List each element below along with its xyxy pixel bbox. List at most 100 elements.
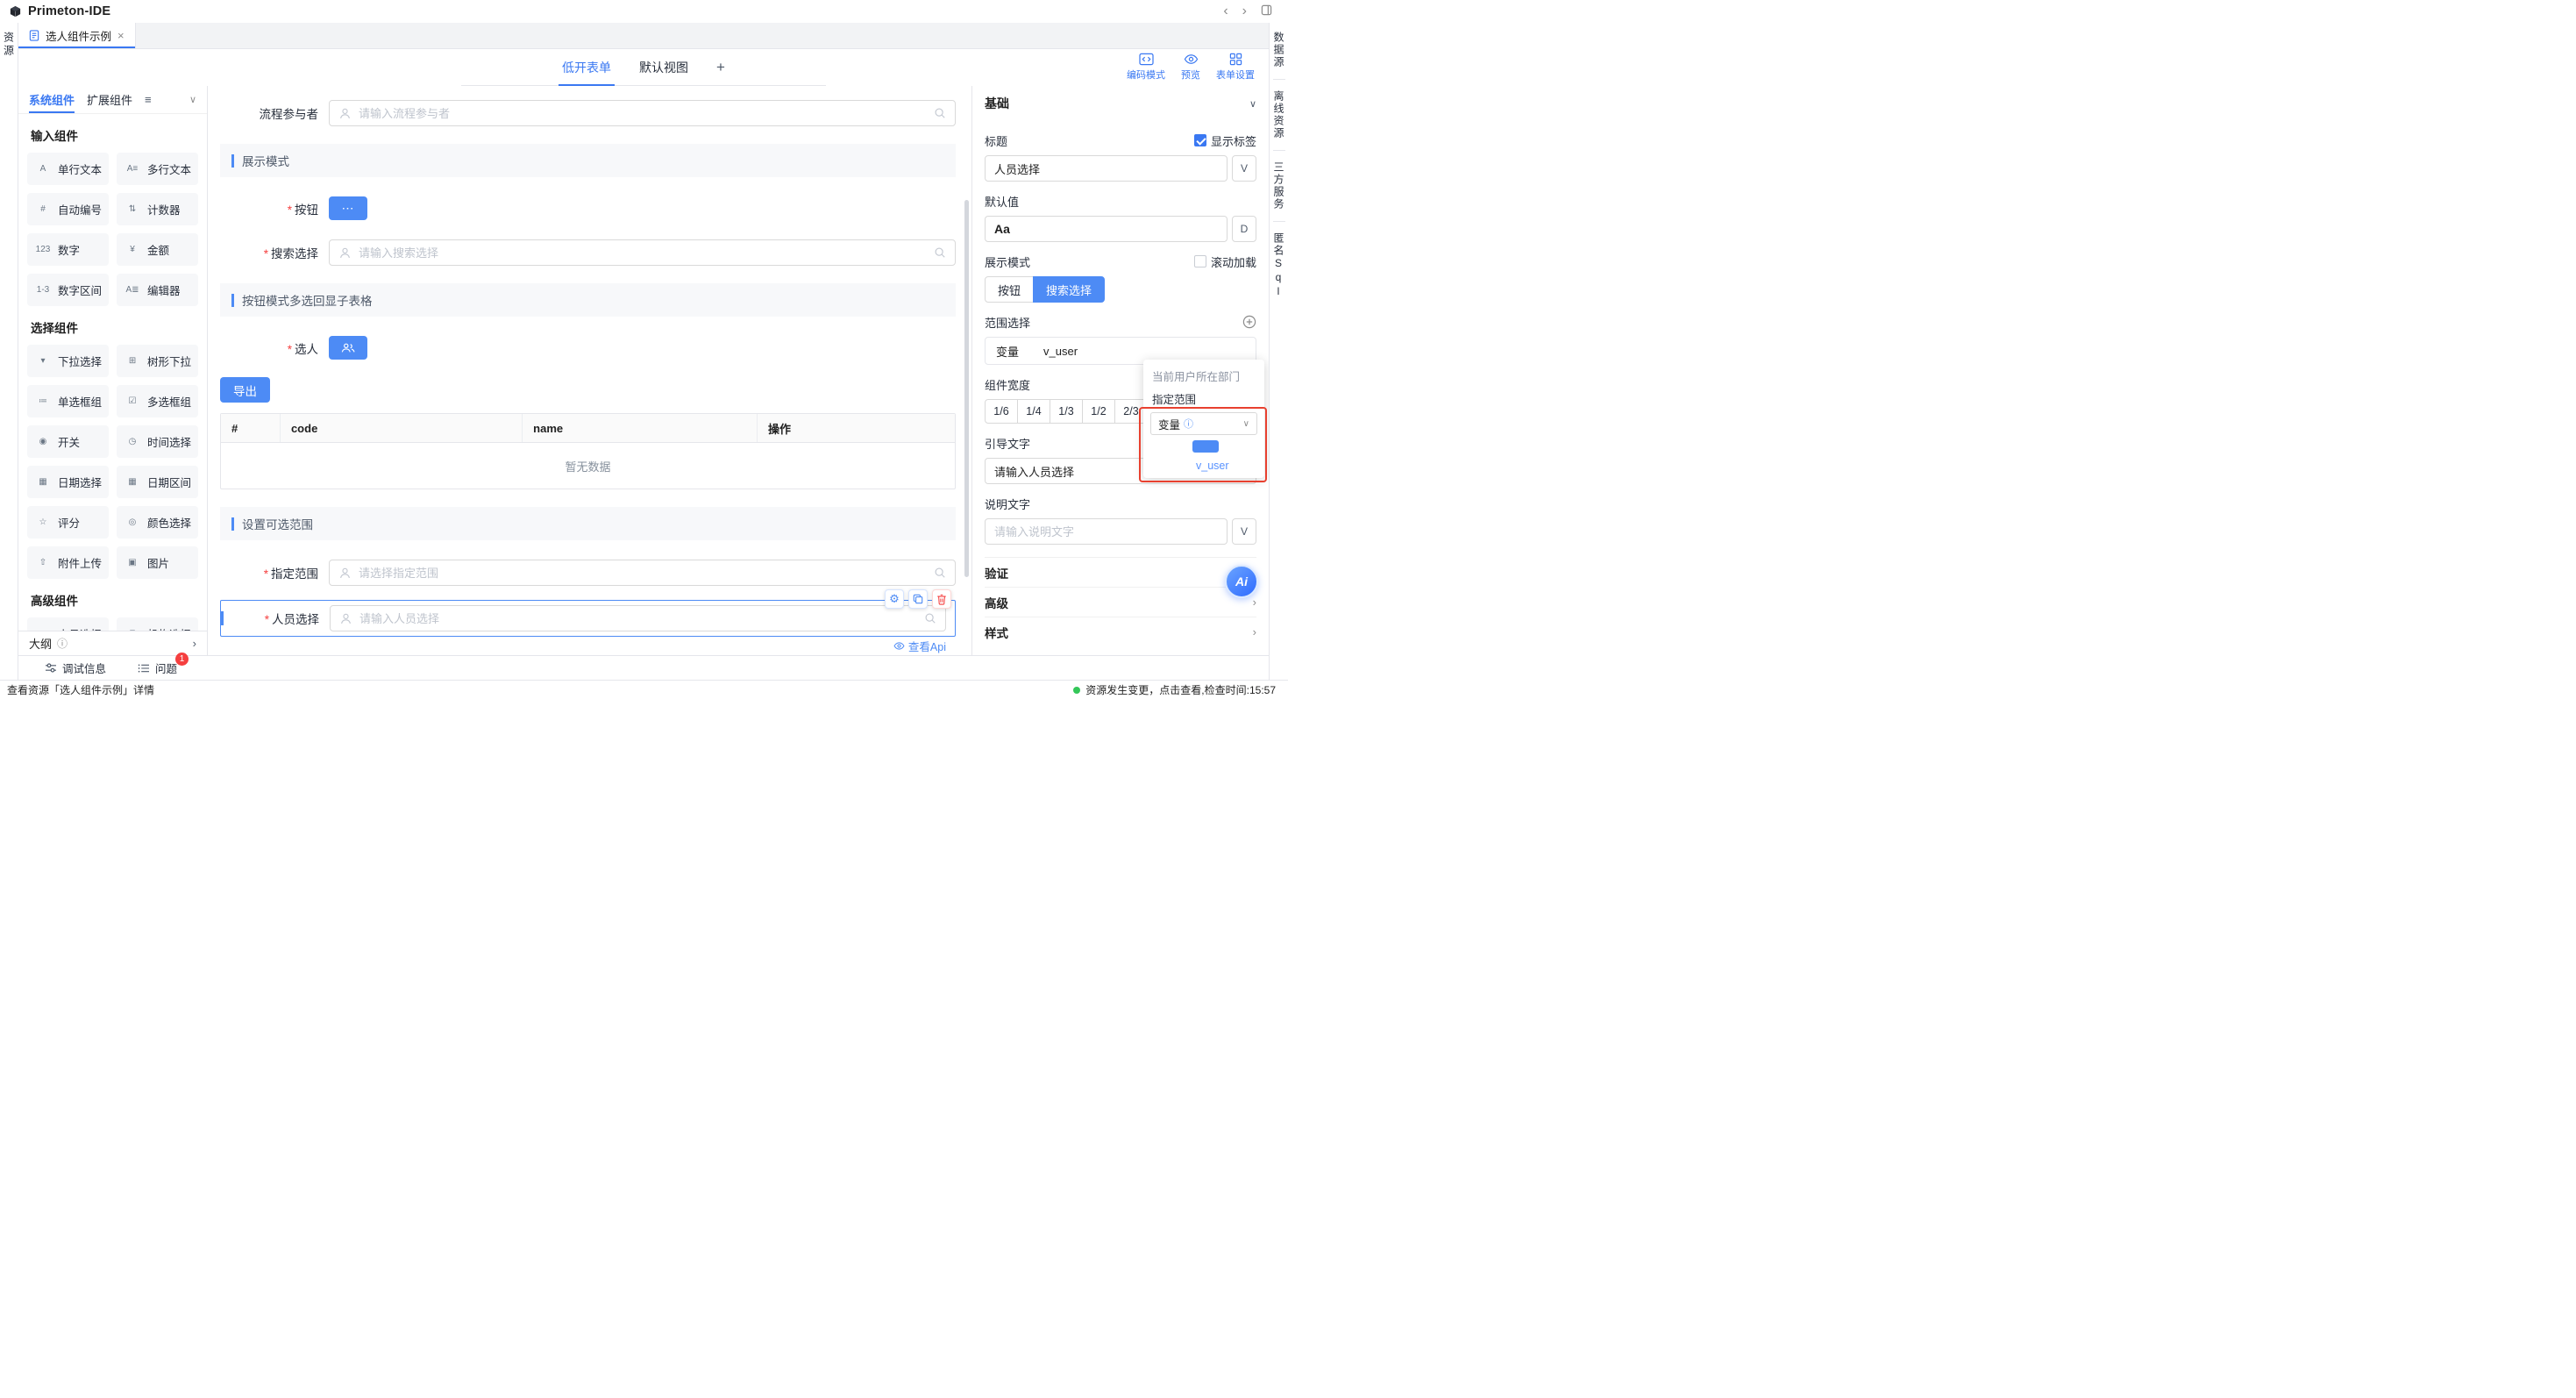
palette-item[interactable]: A≣编辑器 — [117, 274, 198, 306]
mode-button-option[interactable]: 按钮 — [985, 276, 1034, 303]
preview-button[interactable]: 预览 — [1181, 53, 1200, 82]
dock-anonymous-sql[interactable]: 匿名Sql — [1271, 231, 1286, 301]
group-header-range[interactable]: 设置可选范围 — [220, 507, 956, 540]
scroll-load-checkbox[interactable]: 滚动加载 — [1194, 253, 1256, 270]
outline-bar[interactable]: 大纲 ⓘ › — [18, 631, 207, 655]
nav-back-icon[interactable]: ‹ — [1223, 4, 1228, 18]
statusbar-left-text[interactable]: 查看资源「选人组件示例」详情 — [7, 682, 154, 697]
palette-item[interactable]: ▣图片 — [117, 546, 198, 579]
variable-option-v-user[interactable]: v_user — [1143, 457, 1264, 473]
add-range-icon[interactable] — [1242, 315, 1256, 329]
palette-item[interactable]: 1-3数字区间 — [27, 274, 109, 306]
dock-datasource[interactable]: 数据源 — [1271, 30, 1286, 70]
section-validate[interactable]: 验证 — [985, 557, 1256, 587]
palette-item[interactable]: ⇅计数器 — [117, 193, 198, 225]
dropdown-option-assign-range[interactable]: 指定范围 — [1143, 387, 1264, 410]
palette-item[interactable]: ◷时间选择 — [117, 425, 198, 458]
title-value-type-button[interactable]: V — [1232, 155, 1256, 182]
person-select-input[interactable] — [359, 612, 917, 625]
participant-input[interactable] — [359, 107, 927, 120]
search-select-input[interactable] — [359, 246, 927, 260]
note-value-type-button[interactable]: V — [1232, 518, 1256, 545]
palette-menu-icon[interactable]: ≡ — [145, 93, 152, 106]
section-advanced[interactable]: 高级 › — [985, 587, 1256, 617]
palette-item[interactable]: ◎颜色选择 — [117, 506, 198, 539]
statusbar-right[interactable]: 资源发生变更，点击查看,检查时间:15:57 — [1073, 682, 1276, 697]
width-option[interactable]: 1/4 — [1017, 399, 1050, 424]
palette-item[interactable]: A单行文本 — [27, 153, 109, 185]
view-api-link[interactable]: 查看Api — [893, 638, 946, 654]
form-settings-button[interactable]: 表单设置 — [1216, 53, 1255, 82]
palette-item[interactable]: ≔单选框组 — [27, 385, 109, 417]
section-basic[interactable]: 基础 ∨ — [985, 86, 1256, 121]
variable-select[interactable]: 变量 ⓘ ∨ — [1150, 412, 1257, 435]
palette-collapse-icon[interactable]: ∨ — [189, 94, 196, 105]
document-tab-active[interactable]: 选人组件示例 × — [18, 23, 136, 48]
open-picker-button[interactable]: ⋯ — [329, 196, 367, 220]
canvas-scrollbar[interactable] — [964, 200, 969, 577]
palette-item[interactable]: 123数字 — [27, 233, 109, 266]
nav-forward-icon[interactable]: › — [1242, 4, 1247, 18]
panel-toggle-icon[interactable] — [1261, 4, 1272, 19]
group-header-button-mode[interactable]: 按钮模式多选回显子表格 — [220, 283, 956, 317]
width-option[interactable]: 1/3 — [1050, 399, 1083, 424]
palette-item[interactable]: ▦日期区间 — [117, 466, 198, 498]
problems-button[interactable]: 问题 1 — [138, 660, 177, 676]
width-option[interactable]: 1/6 — [985, 399, 1018, 424]
width-option[interactable]: 1/2 — [1082, 399, 1115, 424]
palette-item[interactable]: #自动编号 — [27, 193, 109, 225]
code-mode-button[interactable]: 编码模式 — [1127, 53, 1165, 82]
search-icon[interactable] — [924, 612, 936, 624]
search-icon[interactable] — [934, 567, 946, 579]
palette-item[interactable]: ⇧附件上传 — [27, 546, 109, 579]
pick-person-button[interactable] — [329, 336, 367, 360]
field-copy-button[interactable] — [908, 589, 928, 609]
palette-item[interactable]: ▾下拉选择 — [27, 345, 109, 377]
group-header-display-mode[interactable]: 展示模式 — [220, 144, 956, 177]
tab-extended-components[interactable]: 扩展组件 — [87, 86, 132, 113]
palette-item[interactable]: ☑多选框组 — [117, 385, 198, 417]
palette-item[interactable]: ☆评分 — [27, 506, 109, 539]
field-delete-button[interactable] — [932, 589, 951, 609]
search-icon[interactable] — [934, 246, 946, 259]
add-view-button[interactable]: + — [716, 49, 725, 86]
chevron-right-icon[interactable]: › — [193, 637, 196, 650]
field-search-select[interactable]: *搜索选择 — [220, 239, 956, 266]
palette-item[interactable]: 品机构选择 — [117, 617, 198, 631]
dock-resources[interactable]: 资源 — [2, 32, 17, 58]
chevron-down-icon[interactable]: ∨ — [1249, 98, 1256, 110]
checkbox-checked-icon[interactable] — [1194, 134, 1206, 146]
mode-search-select-option[interactable]: 搜索选择 — [1033, 276, 1105, 303]
field-assign-range[interactable]: *指定范围 — [220, 560, 956, 586]
palette-item[interactable]: ▦日期选择 — [27, 466, 109, 498]
show-label-checkbox[interactable]: 显示标签 — [1194, 132, 1256, 149]
export-button[interactable]: 导出 — [220, 377, 270, 403]
view-tab-default-view[interactable]: 默认视图 — [639, 49, 688, 86]
view-tab-lowcode-form[interactable]: 低开表单 — [562, 49, 611, 86]
note-text-input[interactable] — [985, 518, 1228, 545]
tab-system-components[interactable]: 系统组件 — [29, 86, 75, 113]
chevron-right-icon[interactable]: › — [1253, 596, 1256, 609]
palette-item[interactable]: ¥金额 — [117, 233, 198, 266]
palette-item[interactable]: ○人员选择 — [27, 617, 109, 631]
title-input[interactable] — [985, 155, 1228, 182]
checkbox-unchecked-icon[interactable] — [1194, 255, 1206, 267]
tab-close-icon[interactable]: × — [117, 29, 125, 42]
dock-third-party-services[interactable]: 三方服务 — [1271, 160, 1286, 212]
field-button[interactable]: *按钮 ⋯ — [220, 196, 956, 220]
palette-item[interactable]: ◉开关 — [27, 425, 109, 458]
field-person-select-selected[interactable]: ⚙ *人员选择 查看Api — [220, 600, 956, 637]
field-participant[interactable]: 流程参与者 — [220, 100, 956, 126]
section-style[interactable]: 样式 › — [985, 617, 1256, 646]
palette-item[interactable]: ⊞树形下拉 — [117, 345, 198, 377]
palette-item[interactable]: A≡多行文本 — [117, 153, 198, 185]
chevron-right-icon[interactable]: › — [1253, 625, 1256, 638]
field-settings-button[interactable]: ⚙ — [885, 589, 904, 609]
dropdown-option-current-dept[interactable]: 当前用户所在部门 — [1143, 364, 1264, 387]
default-value-type-button[interactable]: D — [1232, 216, 1256, 242]
dock-offline-resources[interactable]: 离线资源 — [1271, 89, 1286, 141]
field-pick-person[interactable]: *选人 — [220, 336, 956, 360]
default-value-input[interactable] — [985, 216, 1228, 242]
assign-range-input[interactable] — [359, 567, 927, 580]
ai-assistant-button[interactable]: Ai — [1225, 565, 1258, 598]
